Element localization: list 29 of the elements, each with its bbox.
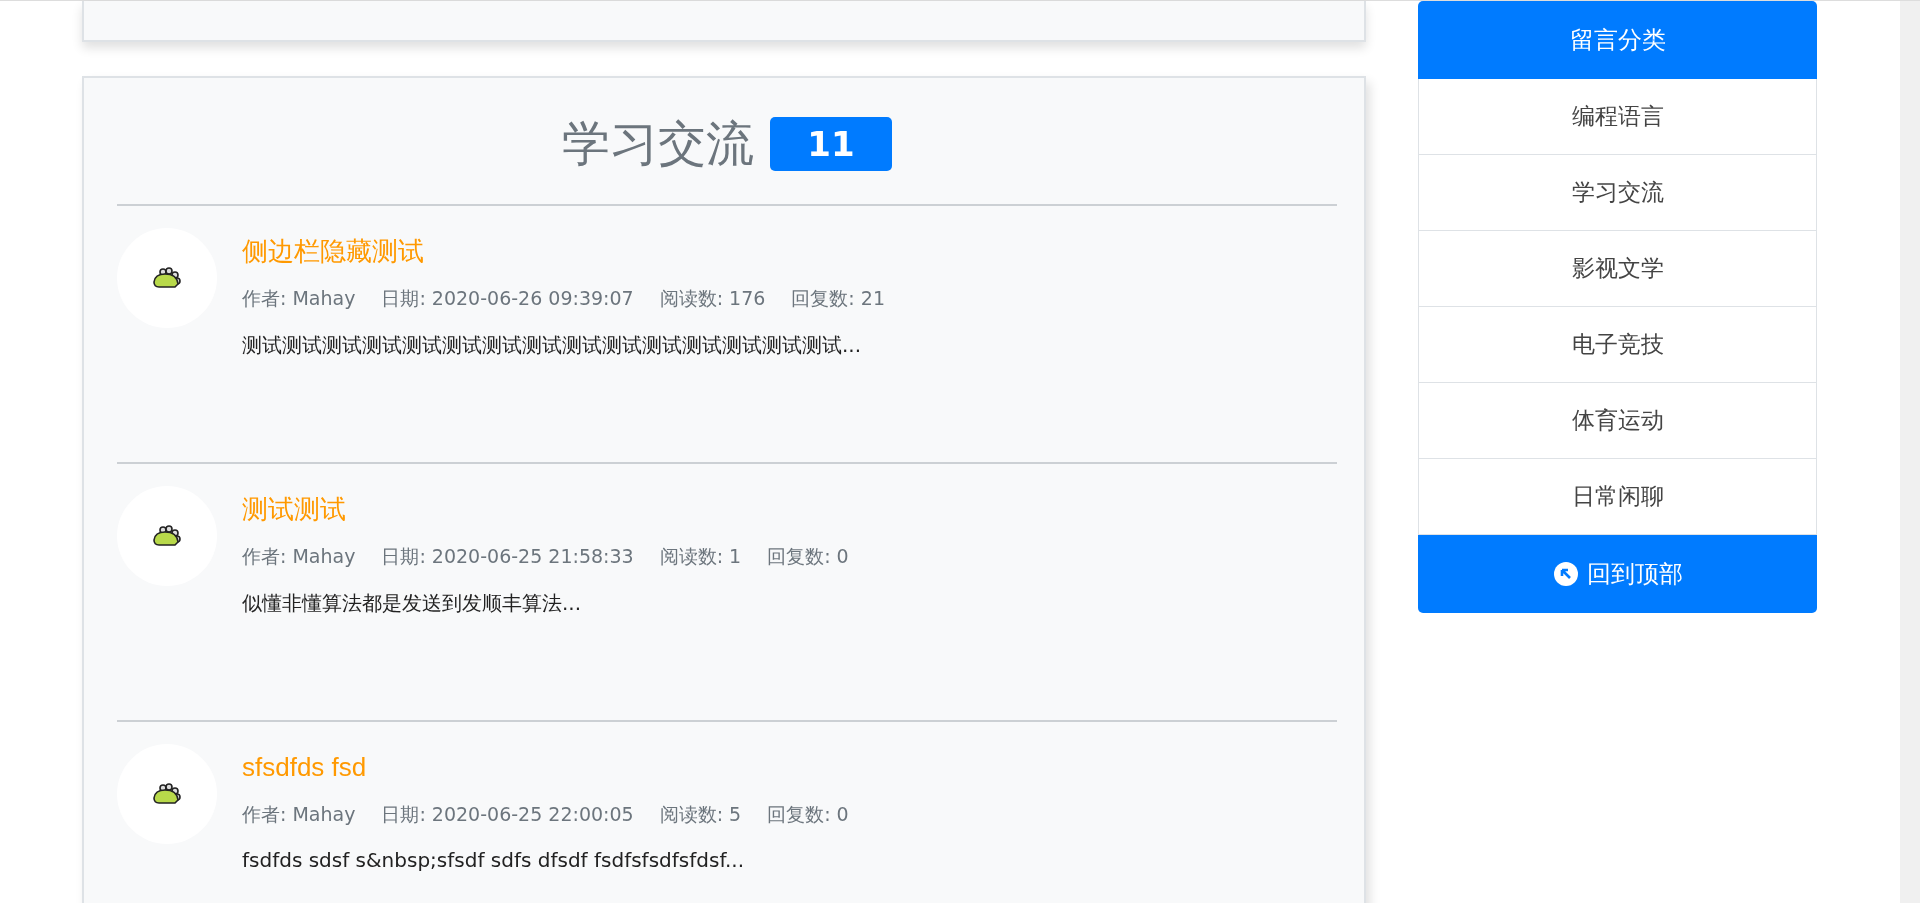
date-text: 日期: 2020-06-26 09:39:07 — [381, 286, 634, 311]
date-text: 日期: 2020-06-25 22:00:05 — [381, 802, 634, 827]
author-text: 作者: Mahay — [242, 544, 356, 569]
post-excerpt: 测试测试测试测试测试测试测试测试测试测试测试测试测试测试测试... — [242, 332, 863, 359]
category-item[interactable]: 日常闲聊 — [1418, 459, 1817, 535]
read-count: 阅读数: 1 — [659, 544, 742, 569]
dinosaur-icon — [151, 524, 183, 548]
post-excerpt: fsdfds sdsf s&nbsp;sfsdf sdfs dfsdf fsdfsfsdfsfdsf... — [242, 848, 746, 872]
dinosaur-icon — [151, 782, 183, 806]
category-item[interactable]: 编程语言 — [1418, 79, 1817, 155]
read-count: 阅读数: 5 — [659, 802, 742, 827]
author-text: 作者: Mahay — [242, 802, 356, 827]
category-item[interactable]: 体育运动 — [1418, 383, 1817, 459]
arrow-up-left-icon — [1552, 561, 1579, 587]
category-item[interactable]: 电子竞技 — [1418, 307, 1817, 383]
back-to-top-button[interactable]: 回到顶部 — [1418, 535, 1817, 613]
category-item[interactable]: 影视文学 — [1418, 231, 1817, 307]
category-item[interactable]: 学习交流 — [1418, 155, 1817, 231]
reply-count: 回复数: 0 — [767, 802, 849, 827]
reply-count: 回复数: 0 — [767, 544, 849, 569]
read-count: 阅读数: 176 — [659, 286, 766, 311]
date-text: 日期: 2020-06-25 21:58:33 — [381, 544, 634, 569]
section-title: 学习交流 — [562, 116, 754, 172]
dinosaur-icon — [151, 266, 183, 290]
author-text: 作者: Mahay — [242, 286, 356, 311]
post-excerpt: 似懂非懂算法都是发送到发顺丰算法... — [242, 590, 583, 617]
reply-count: 回复数: 21 — [791, 286, 885, 311]
sidebar-header: 留言分类 — [1418, 1, 1817, 79]
count-badge: 11 — [770, 117, 892, 171]
